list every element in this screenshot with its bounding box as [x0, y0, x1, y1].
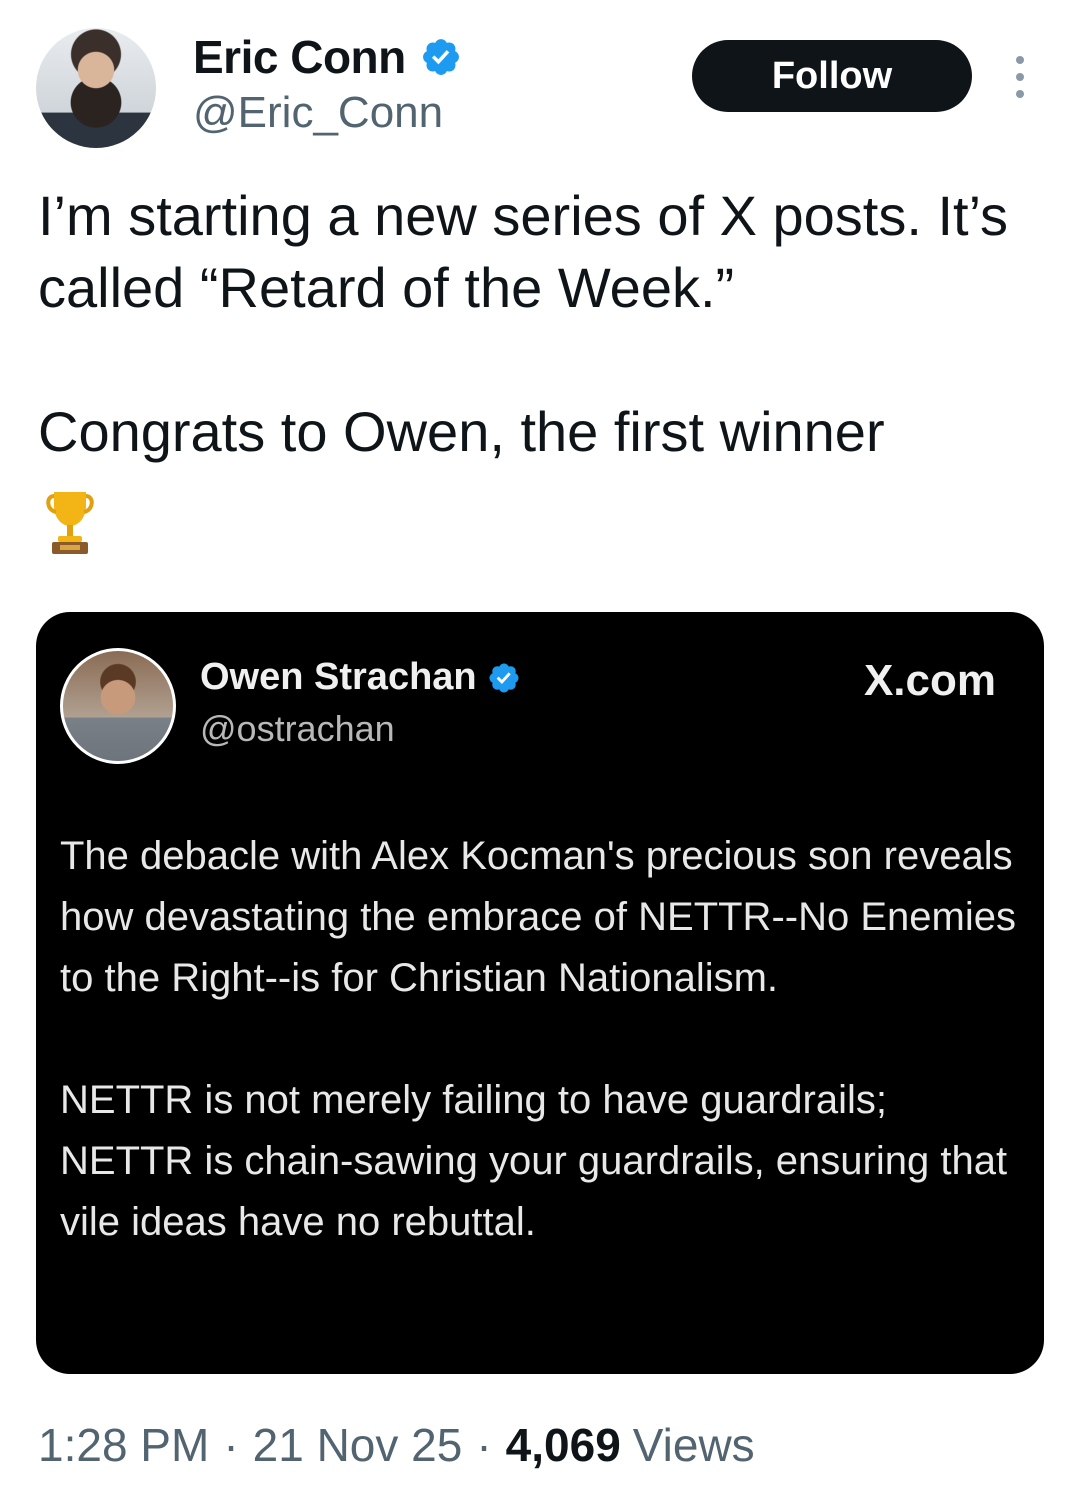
post-date[interactable]: 21 Nov 25 — [253, 1418, 463, 1472]
meta-separator: · — [476, 1419, 492, 1471]
quoted-verified-badge-icon — [489, 662, 519, 693]
author-name-row[interactable]: Eric Conn — [193, 30, 462, 84]
more-options-icon[interactable] — [1008, 56, 1032, 98]
quoted-handle: @ostrachan — [200, 708, 395, 749]
meta-separator: · — [223, 1419, 239, 1471]
quoted-site-label: X.com — [863, 656, 996, 705]
quoted-author-avatar — [60, 648, 176, 764]
views-label: Views — [632, 1419, 755, 1471]
trophy-icon — [46, 492, 94, 554]
author-display-name[interactable]: Eric Conn — [193, 30, 406, 84]
views-count[interactable]: 4,069 — [506, 1418, 621, 1472]
follow-button[interactable]: Follow — [692, 40, 972, 112]
quoted-name-row: Owen Strachan — [200, 656, 521, 699]
post-meta: 1:28 PM · 21 Nov 25 · 4,069 Views — [38, 1418, 755, 1472]
quoted-display-name: Owen Strachan — [200, 656, 477, 698]
post-header: Eric Conn @Eric_Conn Follow — [0, 0, 1080, 160]
author-avatar[interactable] — [36, 28, 156, 148]
quoted-post-text: The debacle with Alex Kocman's precious … — [60, 834, 1016, 1244]
post-text: I’m starting a new series of X posts. It… — [38, 184, 1009, 463]
quoted-post-card[interactable]: Owen Strachan @ostrachan X.com The debac… — [36, 612, 1044, 1374]
author-handle[interactable]: @Eric_Conn — [193, 88, 443, 138]
verified-badge-icon — [422, 39, 459, 75]
post-time[interactable]: 1:28 PM — [38, 1418, 209, 1472]
